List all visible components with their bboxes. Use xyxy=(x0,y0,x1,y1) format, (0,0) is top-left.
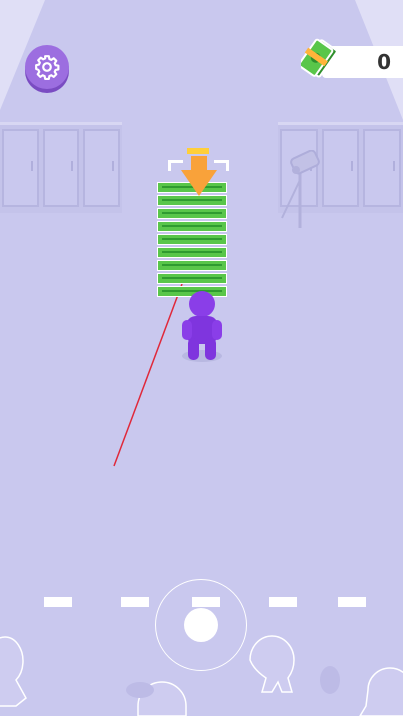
locker xyxy=(363,129,402,207)
virtual-joystick[interactable] xyxy=(155,579,247,671)
lane-dash xyxy=(338,597,366,607)
gear-icon xyxy=(35,55,60,80)
cash-bill xyxy=(157,273,227,284)
joystick-knob[interactable] xyxy=(184,608,218,642)
cash-stack-icon xyxy=(301,38,338,78)
left-lockers xyxy=(0,122,122,213)
lane-dash xyxy=(269,597,297,607)
lane-dash xyxy=(44,597,72,607)
cash-bill xyxy=(157,234,227,245)
locker xyxy=(42,129,80,207)
settings-button[interactable] xyxy=(25,45,69,89)
down-arrow-indicator xyxy=(181,148,217,196)
game-scene: 0 xyxy=(0,0,403,716)
lane-dash xyxy=(121,597,149,607)
cash-bill xyxy=(157,208,227,219)
cash-bill xyxy=(157,260,227,271)
locker xyxy=(83,129,121,207)
player-character xyxy=(182,291,222,362)
security-camera xyxy=(281,150,320,228)
cash-bill xyxy=(157,221,227,232)
locker xyxy=(321,129,360,207)
locker xyxy=(2,129,39,207)
cash-count: 0 xyxy=(377,50,391,74)
cash-bill xyxy=(157,247,227,258)
